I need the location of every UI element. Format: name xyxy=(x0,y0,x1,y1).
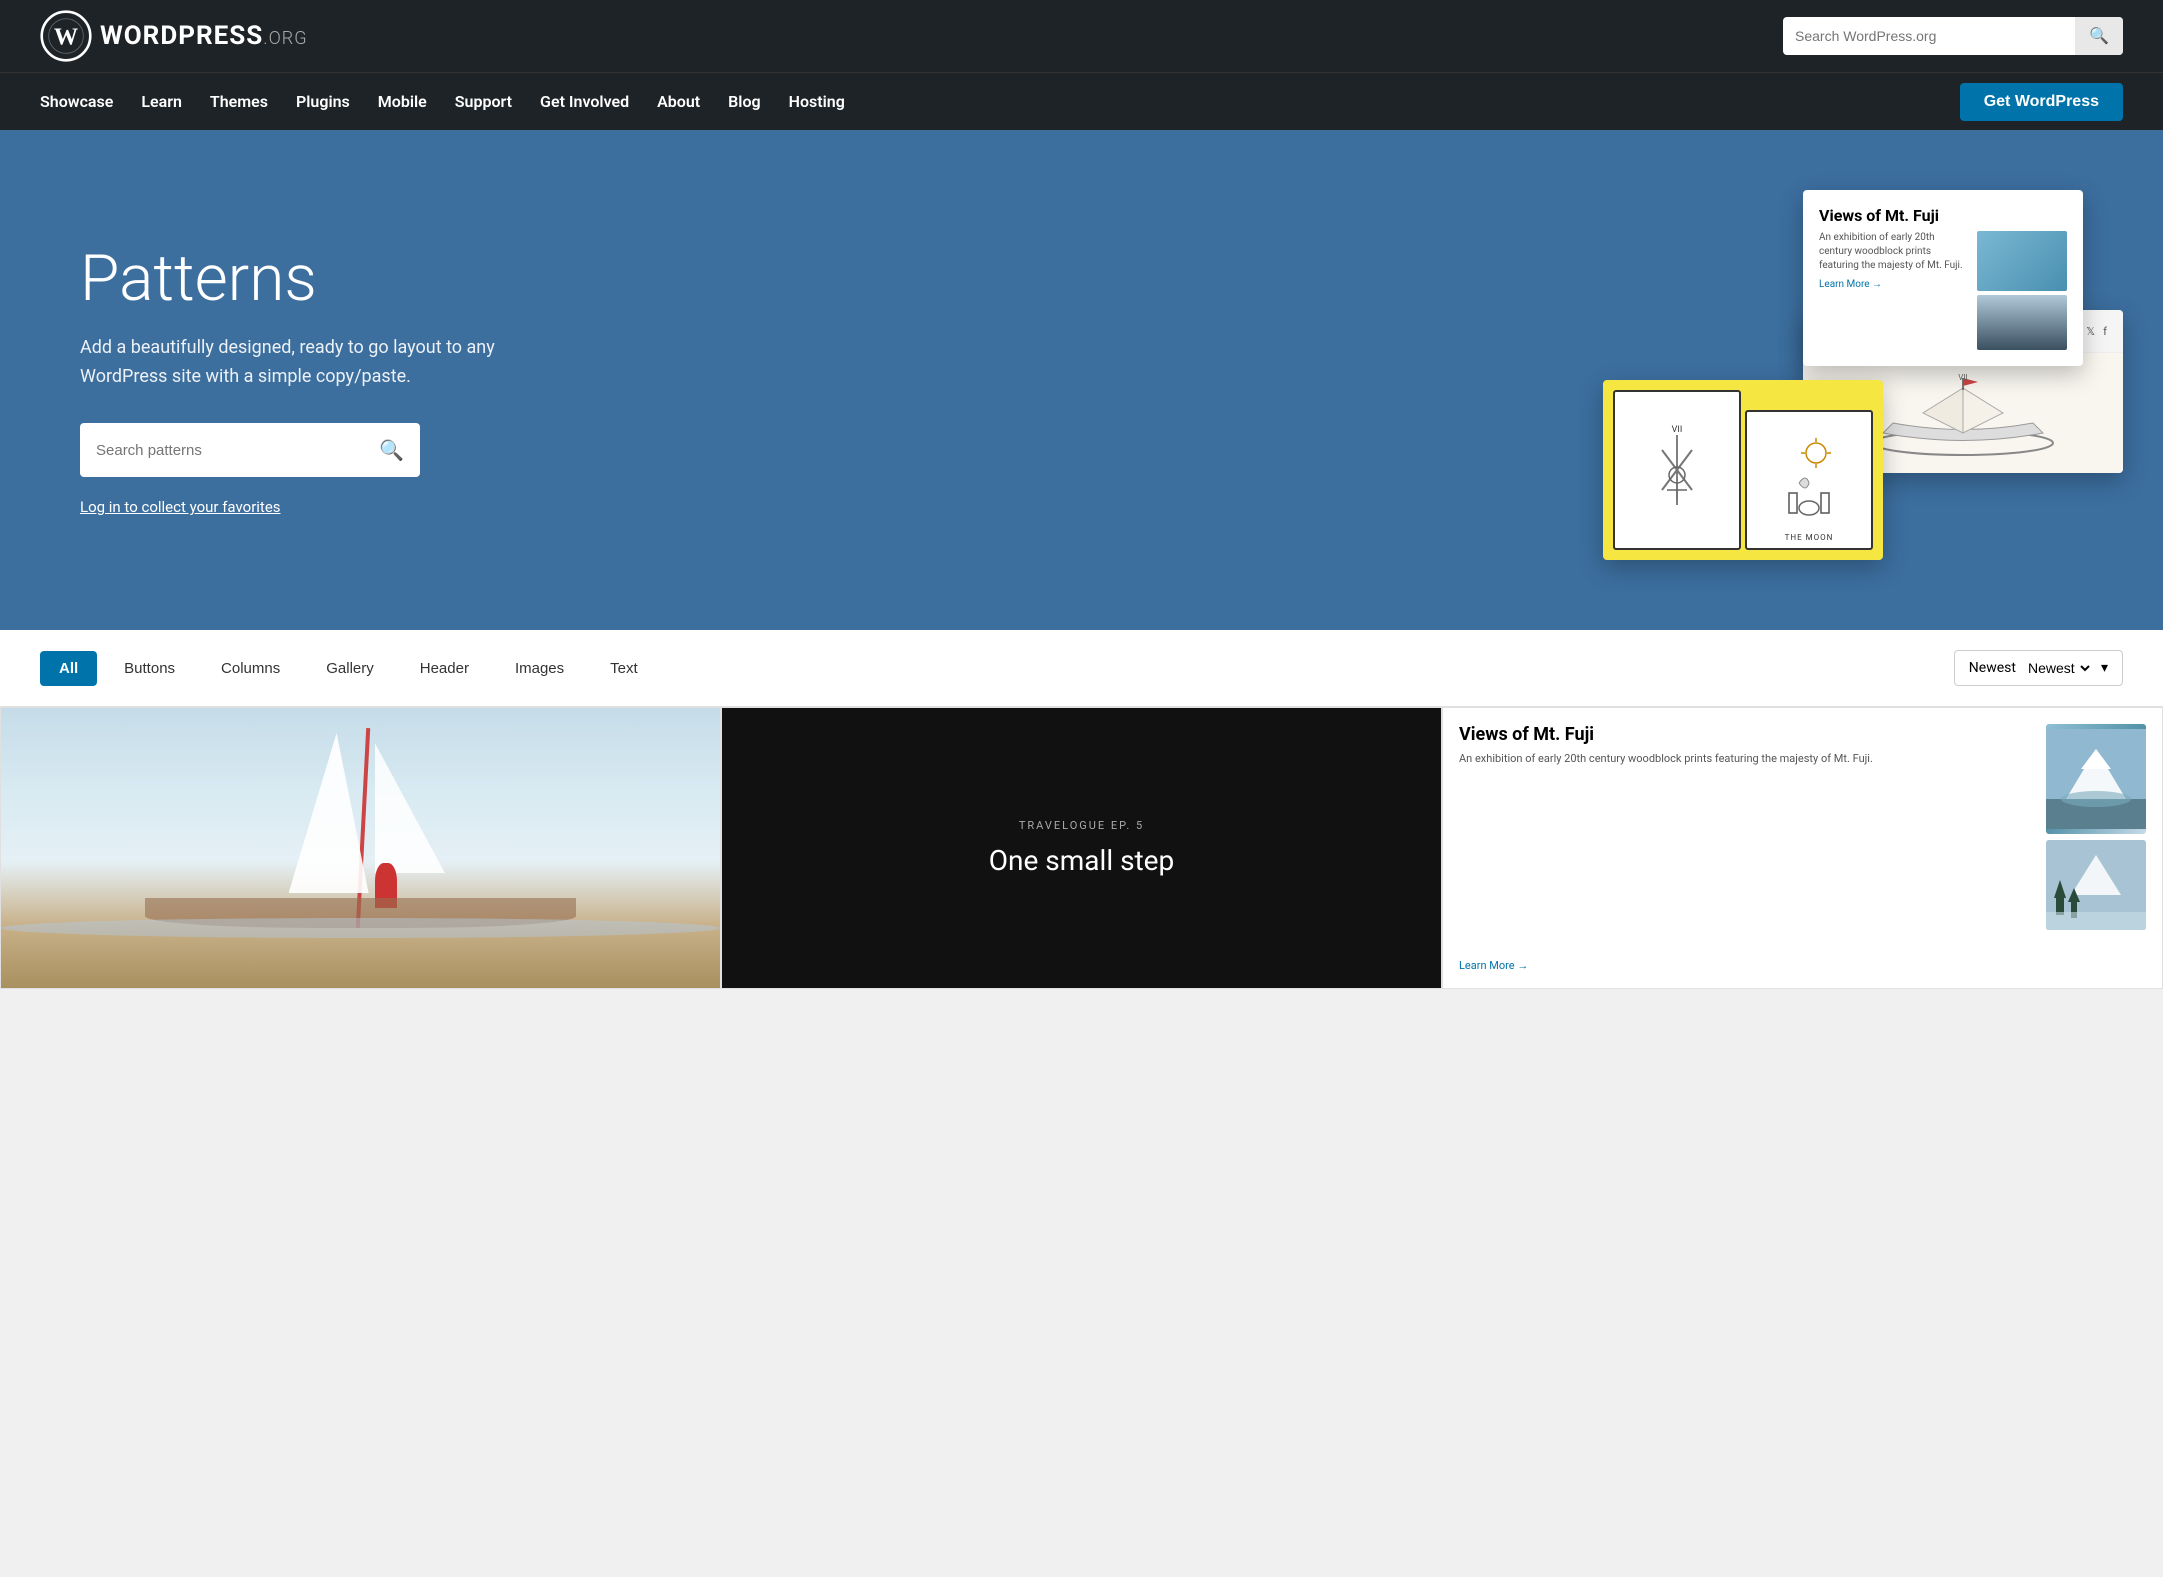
fuji-card-link[interactable]: Learn More → xyxy=(1819,279,1969,290)
nav-showcase[interactable]: Showcase xyxy=(40,92,113,111)
patterns-grid: TRAVELOGUE EP. 5 One small step Views of… xyxy=(0,707,2163,989)
fuji-top-image xyxy=(2046,724,2146,834)
travelogue-background: TRAVELOGUE EP. 5 One small step xyxy=(722,708,1441,988)
filter-images[interactable]: Images xyxy=(496,651,583,686)
fuji-bottom-image xyxy=(2046,840,2146,930)
pattern-sailing[interactable] xyxy=(0,707,721,989)
fuji-hero-img-bottom xyxy=(1977,295,2067,350)
fuji-preview: Views of Mt. Fuji An exhibition of early… xyxy=(1443,708,2162,988)
svg-text:VII: VII xyxy=(1958,373,1967,382)
nav-plugins[interactable]: Plugins xyxy=(296,92,350,111)
filter-tabs: All Buttons Columns Gallery Header Image… xyxy=(40,651,657,686)
filter-buttons[interactable]: Buttons xyxy=(105,651,194,686)
tarot-preview-card: VII xyxy=(1603,380,1883,560)
fuji-preview-card: Views of Mt. Fuji An exhibition of early… xyxy=(1803,190,2083,366)
top-search-bar[interactable]: 🔍 xyxy=(1783,17,2123,55)
fuji-pattern-title: Views of Mt. Fuji xyxy=(1459,724,2034,745)
fuji-pattern-link[interactable]: Learn More → xyxy=(1459,959,2034,972)
logo-area[interactable]: W WordPress.ORG xyxy=(40,10,308,62)
pattern-fuji[interactable]: Views of Mt. Fuji An exhibition of early… xyxy=(1442,707,2163,989)
top-search-button[interactable]: 🔍 xyxy=(2075,17,2123,55)
hero-subtitle: Add a beautifully designed, ready to go … xyxy=(80,334,540,392)
twitter-icon: 𝕏 xyxy=(2086,325,2095,338)
nav-learn[interactable]: Learn xyxy=(141,92,182,111)
top-search-input[interactable] xyxy=(1783,28,2075,44)
sort-label: Newest xyxy=(1969,660,2016,676)
filter-columns[interactable]: Columns xyxy=(202,651,299,686)
travelogue-ep-label: TRAVELOGUE EP. 5 xyxy=(1019,819,1144,832)
hero-title: Patterns xyxy=(80,244,540,314)
nav-support[interactable]: Support xyxy=(455,92,512,111)
login-link[interactable]: Log in to collect your favorites xyxy=(80,498,281,516)
filter-header[interactable]: Header xyxy=(401,651,488,686)
sort-dropdown[interactable]: Newest Newest Oldest Popular ▾ xyxy=(1954,650,2123,686)
nav-blog[interactable]: Blog xyxy=(728,92,760,111)
fuji-pattern-desc: An exhibition of early 20th century wood… xyxy=(1459,751,2034,953)
filter-text[interactable]: Text xyxy=(591,651,657,686)
fuji-card-title: Views of Mt. Fuji xyxy=(1819,206,2067,225)
hero-images-collage: Views of Mt. Fuji An exhibition of early… xyxy=(1603,190,2123,570)
top-bar: W WordPress.ORG 🔍 xyxy=(0,0,2163,72)
moon-label: THE MOON xyxy=(1785,533,1834,542)
sort-select-input[interactable]: Newest Oldest Popular xyxy=(2024,659,2093,677)
pattern-travelogue[interactable]: TRAVELOGUE EP. 5 One small step xyxy=(721,707,1442,989)
get-wordpress-button[interactable]: Get WordPress xyxy=(1960,83,2123,121)
hero-section: Patterns Add a beautifully designed, rea… xyxy=(0,130,2163,630)
fuji-card-desc: An exhibition of early 20th century wood… xyxy=(1819,231,1969,273)
main-nav: Showcase Learn Themes Plugins Mobile Sup… xyxy=(0,72,2163,130)
tarot-card-1: VII xyxy=(1613,390,1741,550)
filter-bar: All Buttons Columns Gallery Header Image… xyxy=(0,630,2163,707)
svg-text:W: W xyxy=(54,24,78,51)
svg-text:VII: VII xyxy=(1672,425,1683,435)
chevron-down-icon: ▾ xyxy=(2101,660,2108,676)
tarot-card-2: THE MOON xyxy=(1745,410,1873,550)
nav-themes[interactable]: Themes xyxy=(210,92,268,111)
hero-content: Patterns Add a beautifully designed, rea… xyxy=(80,244,540,517)
facebook-icon: f xyxy=(2103,325,2107,338)
hero-search-input[interactable] xyxy=(80,442,363,459)
filter-gallery[interactable]: Gallery xyxy=(307,651,393,686)
sailing-background xyxy=(1,708,720,988)
fuji-hero-img-top xyxy=(1977,231,2067,291)
nav-hosting[interactable]: Hosting xyxy=(789,92,845,111)
filter-all[interactable]: All xyxy=(40,651,97,686)
travelogue-preview: TRAVELOGUE EP. 5 One small step xyxy=(722,708,1441,988)
nav-links: Showcase Learn Themes Plugins Mobile Sup… xyxy=(40,92,845,111)
nav-mobile[interactable]: Mobile xyxy=(378,92,427,111)
wordpress-logo-icon: W xyxy=(40,10,92,62)
site-name: WordPress.ORG xyxy=(100,21,308,51)
nav-get-involved[interactable]: Get Involved xyxy=(540,92,629,111)
hero-search-button[interactable]: 🔍 xyxy=(363,438,420,463)
nav-about[interactable]: About xyxy=(657,92,700,111)
travelogue-title-text: One small step xyxy=(989,844,1175,877)
ship-illustration: VII xyxy=(1863,368,2063,458)
sailing-preview xyxy=(1,708,720,988)
hero-search-bar[interactable]: 🔍 xyxy=(80,423,420,477)
